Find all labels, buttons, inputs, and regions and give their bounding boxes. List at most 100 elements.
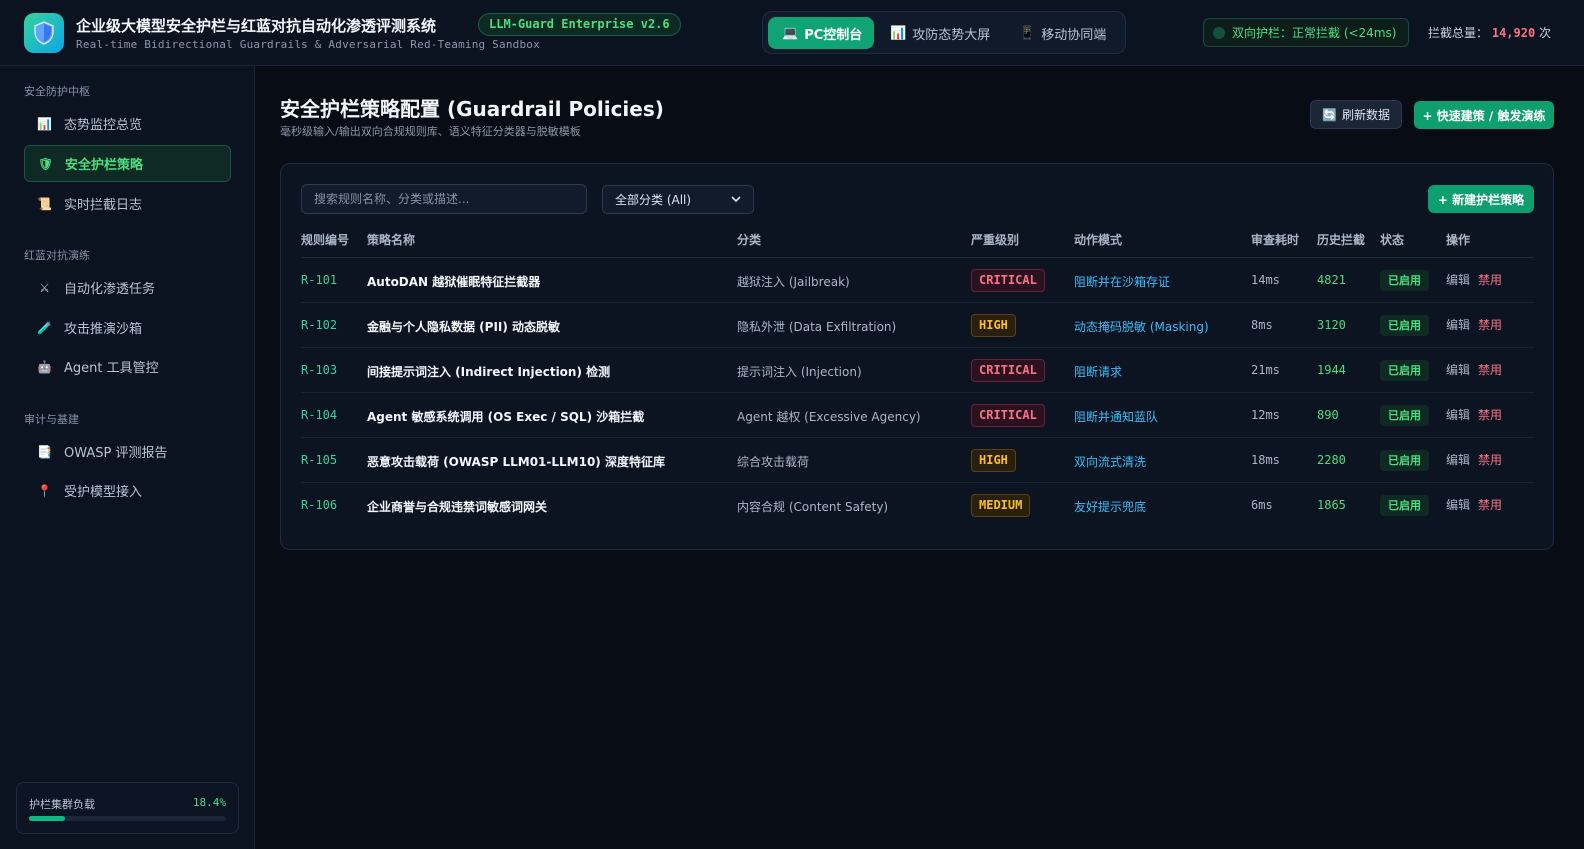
sidebar-item-label: 态势监控总览 (64, 118, 143, 133)
review-latency: 12ms (1251, 408, 1280, 422)
edit-link[interactable]: 编辑 (1446, 361, 1470, 378)
refresh-button[interactable]: 🔄 刷新数据 (1310, 100, 1402, 129)
search-input[interactable] (301, 184, 587, 214)
edit-link[interactable]: 编辑 (1446, 406, 1470, 423)
policy-category: 综合攻击载荷 (737, 455, 810, 469)
mobile-phone-icon: 📱 (1019, 25, 1036, 41)
intercept-unit: 次 (1539, 26, 1552, 40)
review-latency: 14ms (1251, 273, 1280, 287)
new-policy-button[interactable]: + 新建护栏策略 (1428, 185, 1534, 213)
table-header: 规则编号 策略名称 分类 严重级别 动作模式 审查耗时 历史拦截 状态 操作 (301, 228, 1534, 258)
policy-category: 提示词注入 (Injection) (737, 365, 862, 379)
sidebar-item-label: OWASP 评测报告 (64, 446, 168, 461)
bar-chart-icon: 📊 (890, 25, 907, 41)
intercept-hits: 1944 (1317, 363, 1346, 377)
table-row[interactable]: R-104 Agent 敏感系统调用 (OS Exec / SQL) 沙箱拦截 … (301, 393, 1534, 438)
view-label: 移动协同端 (1041, 27, 1107, 43)
policy-category: 隐私外泄 (Data Exfiltration) (737, 320, 897, 334)
edit-link[interactable]: 编辑 (1446, 271, 1470, 288)
status-badge: 已启用 (1380, 360, 1429, 381)
severity-badge: HIGH (971, 449, 1016, 472)
rule-id: R-101 (301, 273, 338, 287)
intercept-hits: 1865 (1317, 498, 1346, 512)
table-row[interactable]: R-103 间接提示词注入 (Indirect Injection) 检测 提示… (301, 348, 1534, 393)
policy-name: AutoDAN 越狱催眠特征拦截器 (367, 275, 541, 289)
category-select[interactable]: 全部分类 (All) (602, 185, 754, 214)
sidebar-item-intercept-logs[interactable]: 📜 实时拦截日志 (24, 185, 231, 222)
refresh-icon: 🔄 (1322, 107, 1337, 122)
cluster-load-progress-fill (29, 816, 66, 821)
severity-badge: CRITICAL (971, 404, 1045, 427)
rule-id: R-104 (301, 408, 338, 422)
robot-icon: 🤖 (37, 359, 52, 374)
sidebar-section-title: 安全防护中枢 (24, 85, 90, 98)
column-header: 严重级别 (971, 233, 1020, 247)
category-select-value: 全部分类 (All) (615, 193, 692, 207)
disable-link[interactable]: 禁用 (1478, 451, 1502, 468)
sidebar-section-title: 审计与基建 (24, 413, 79, 426)
intercept-hits: 3120 (1317, 318, 1346, 332)
test-tube-icon: 🧪 (37, 320, 52, 335)
edit-link[interactable]: 编辑 (1446, 451, 1470, 468)
review-latency: 21ms (1251, 363, 1280, 377)
sidebar-item-overview[interactable]: 📊 态势监控总览 (24, 105, 231, 142)
sidebar-item-agent-tools[interactable]: 🤖 Agent 工具管控 (24, 348, 231, 385)
guard-status-text: 双向护栏：正常拦截 (<24ms) (1232, 26, 1397, 40)
sidebar: 安全防护中枢 📊 态势监控总览 🛡 安全护栏策略 📜 实时拦截日志 红蓝对抗演练… (0, 66, 255, 849)
cluster-load-label: 护栏集群负载 (29, 798, 95, 811)
view-pc-console-button[interactable]: 💻 PC控制台 (768, 17, 874, 49)
policy-category: 越狱注入 (Jailbreak) (737, 275, 850, 289)
policy-table-panel: 全部分类 (All) + 新建护栏策略 规则编号 策略名称 分类 严重级别 动作… (280, 163, 1554, 550)
column-header: 历史拦截 (1317, 233, 1366, 247)
status-badge: 已启用 (1380, 270, 1429, 291)
column-header: 动作模式 (1074, 233, 1123, 247)
view-mobile-button[interactable]: 📱 移动协同端 (1005, 17, 1120, 49)
policy-category: 内容合规 (Content Safety) (737, 500, 889, 514)
review-latency: 8ms (1251, 318, 1273, 332)
rule-id: R-105 (301, 453, 338, 467)
sidebar-item-guardrail-policies[interactable]: 🛡 安全护栏策略 (24, 145, 231, 182)
action-mode: 阻断请求 (1074, 365, 1123, 379)
policy-name: Agent 敏感系统调用 (OS Exec / SQL) 沙箱拦截 (367, 410, 645, 424)
table-row[interactable]: R-102 金融与个人隐私数据 (PII) 动态脱敏 隐私外泄 (Data Ex… (301, 303, 1534, 348)
intercept-hits: 890 (1317, 408, 1339, 422)
shield-logo-icon (24, 13, 64, 53)
quick-create-button[interactable]: + 快速建策 / 触发演练 (1414, 101, 1554, 129)
status-badge: 已启用 (1380, 315, 1429, 336)
column-header: 审查耗时 (1251, 233, 1300, 247)
top-bar: 企业级大模型安全护栏与红蓝对抗自动化渗透评测系统 LLM-Guard Enter… (0, 0, 1584, 66)
table-row[interactable]: R-105 恶意攻击载荷 (OWASP LLM01-LLM10) 深度特征库 综… (301, 438, 1534, 483)
disable-link[interactable]: 禁用 (1478, 316, 1502, 333)
sidebar-item-pentest-tasks[interactable]: ⚔ 自动化渗透任务 (24, 269, 231, 306)
view-dashboard-button[interactable]: 📊 攻防态势大屏 (876, 17, 1004, 49)
severity-badge: MEDIUM (971, 494, 1031, 517)
cluster-load-card: 护栏集群负载 18.4% (16, 782, 239, 834)
column-header: 规则编号 (301, 233, 350, 247)
disable-link[interactable]: 禁用 (1478, 496, 1502, 513)
review-latency: 6ms (1251, 498, 1273, 512)
shield-icon: 🛡 (38, 156, 54, 171)
sidebar-item-attack-sandbox[interactable]: 🧪 攻击推演沙箱 (24, 309, 231, 346)
intercept-count: 14,920 (1491, 26, 1536, 40)
disable-link[interactable]: 禁用 (1478, 361, 1502, 378)
edit-link[interactable]: 编辑 (1446, 496, 1470, 513)
edit-link[interactable]: 编辑 (1446, 316, 1470, 333)
status-badge: 已启用 (1380, 405, 1429, 426)
column-header: 操作 (1446, 233, 1471, 247)
sidebar-item-label: 攻击推演沙箱 (64, 322, 143, 337)
sidebar-item-owasp-report[interactable]: 📑 OWASP 评测报告 (24, 433, 231, 470)
table-row[interactable]: R-106 企业商誉与合规违禁词敏感词网关 内容合规 (Content Safe… (301, 483, 1534, 528)
rule-id: R-103 (301, 363, 338, 377)
column-header: 状态 (1380, 233, 1405, 247)
review-latency: 18ms (1251, 453, 1280, 467)
disable-link[interactable]: 禁用 (1478, 271, 1502, 288)
disable-link[interactable]: 禁用 (1478, 406, 1502, 423)
laptop-icon: 💻 (782, 25, 799, 41)
policy-category: Agent 越权 (Excessive Agency) (737, 410, 921, 424)
rule-id: R-102 (301, 318, 338, 332)
table-row[interactable]: R-101 AutoDAN 越狱催眠特征拦截器 越狱注入 (Jailbreak)… (301, 258, 1534, 303)
page-title: 安全护栏策略配置 (Guardrail Policies) (280, 97, 664, 121)
sidebar-item-model-access[interactable]: 📍 受护模型接入 (24, 472, 231, 509)
action-mode: 友好提示兜底 (1074, 500, 1147, 514)
pin-icon: 📍 (37, 483, 52, 498)
